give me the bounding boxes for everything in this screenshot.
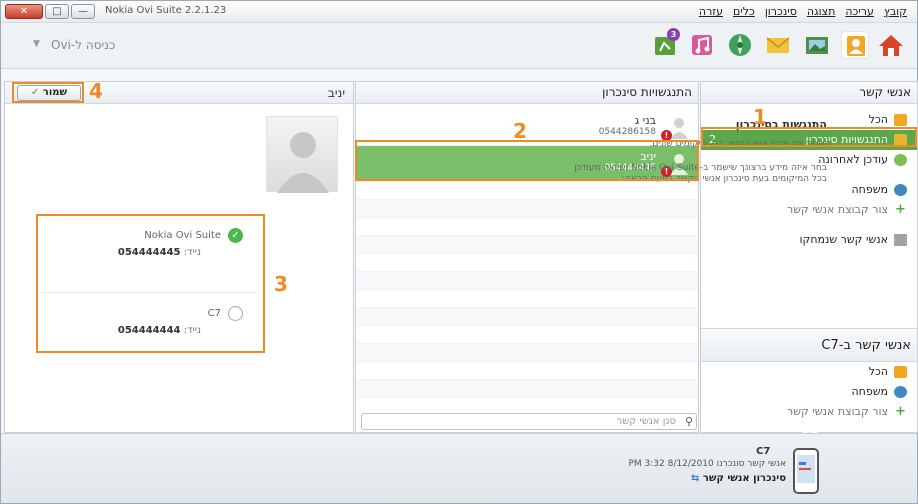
- annotation-number-4: 4: [89, 79, 103, 103]
- nav-item-label: צור קבוצת אנשי קשר: [787, 405, 888, 418]
- list-filler: [356, 254, 698, 272]
- home-icon[interactable]: [877, 31, 905, 59]
- annotation-number-3: 3: [274, 272, 288, 296]
- nav-item-label: צור קבוצת אנשי קשר: [787, 203, 888, 216]
- contacts-filter-input[interactable]: ⚲ סנן אנשי קשר: [361, 413, 697, 430]
- ovi-store-link[interactable]: כניסה ל-Ovi: [51, 38, 115, 52]
- apps-icon[interactable]: 3: [651, 28, 680, 59]
- device-item-family[interactable]: משפחה: [701, 382, 917, 402]
- group-icon: [894, 386, 907, 398]
- close-button[interactable]: ✕: [5, 4, 43, 19]
- contacts-icon[interactable]: [841, 31, 869, 59]
- sync-action-label: סינכרון אנשי קשר: [702, 473, 786, 484]
- nav-item-label: משפחה: [851, 183, 888, 196]
- nav-item-label: הכל: [868, 113, 888, 126]
- conflicts-list-pane: התנגשויות סינכרון ! בני ג 0544286158 ! י…: [355, 81, 699, 433]
- nav-item-label: הכל: [868, 365, 888, 378]
- folder-icon: [894, 366, 907, 378]
- device-item-create-group[interactable]: + צור קבוצת אנשי קשר: [701, 402, 917, 422]
- menu-help[interactable]: עזרה: [699, 5, 723, 18]
- trash-icon: [894, 234, 907, 246]
- list-filler: [356, 326, 698, 344]
- annotation-box-1: [701, 127, 917, 147]
- sync-contacts-link[interactable]: סינכרון אנשי קשר ⇆: [601, 473, 786, 484]
- list-filler: [356, 200, 698, 218]
- app-window: ✕ □ — Nokia Ovi Suite 2.2.1.23 קובץ עריכה…: [0, 0, 918, 504]
- search-placeholder: סנן אנשי קשר: [616, 416, 676, 427]
- nav-item-label: עודכן לאחרונה: [818, 153, 888, 166]
- annotation-box-2: [355, 140, 699, 181]
- plus-icon: +: [895, 202, 906, 217]
- nav-item-label: אנשי קשר שנמחקו: [799, 233, 888, 246]
- conflicts-header: התנגשויות סינכרון: [356, 82, 698, 104]
- list-filler: [356, 380, 698, 398]
- nav-item-deleted[interactable]: אנשי קשר שנמחקו: [701, 230, 917, 250]
- list-filler: [356, 236, 698, 254]
- annotation-box-3: [36, 214, 265, 353]
- menu-sync[interactable]: סינכרון: [765, 5, 797, 18]
- music-icon[interactable]: [688, 31, 716, 59]
- device-contacts-header: אנשי קשר ב-C7: [701, 328, 917, 362]
- photos-icon[interactable]: [803, 31, 831, 59]
- search-icon: ⚲: [684, 415, 693, 428]
- list-filler: [356, 290, 698, 308]
- phone-icon[interactable]: [791, 448, 821, 494]
- maximize-button[interactable]: □: [45, 4, 69, 19]
- device-item-all[interactable]: הכל: [701, 362, 917, 382]
- menu-tools[interactable]: כלים: [733, 5, 755, 18]
- maps-icon[interactable]: [726, 31, 754, 59]
- nav-item-create-group[interactable]: + צור קבוצת אנשי קשר: [701, 200, 917, 220]
- list-filler: [356, 308, 698, 326]
- sync-info: אנשי קשר סונכרנו 8/12/2010 3:32 PM: [628, 459, 786, 469]
- plus-icon: +: [895, 404, 906, 419]
- sync-icon: ⇆: [691, 473, 700, 484]
- contact-name: בני ג: [634, 114, 656, 127]
- chevron-down-icon[interactable]: ▼: [33, 39, 40, 49]
- nav-header: אנשי קשר: [701, 82, 917, 104]
- device-model: C7: [756, 446, 771, 457]
- toolbar: ▼ כניסה ל-Ovi 3: [1, 23, 917, 69]
- nav-item-label: משפחה: [851, 385, 888, 398]
- contact-phone: 0544286158: [598, 127, 656, 137]
- clock-icon: [894, 154, 907, 166]
- detail-contact-name: יניב: [327, 86, 345, 100]
- group-icon: [894, 184, 907, 196]
- annotation-number-1: 1: [753, 105, 767, 129]
- annotation-number-2: 2: [513, 119, 527, 143]
- list-filler: [356, 344, 698, 362]
- annotation-box-4: [12, 82, 84, 103]
- folder-icon: [894, 114, 907, 126]
- menu-bar: קובץ עריכה תצוגה סינכרון כלים עזרה: [689, 5, 907, 18]
- list-filler: [356, 218, 698, 236]
- contact-photo: [266, 116, 338, 193]
- minimize-button[interactable]: —: [71, 4, 95, 19]
- avatar-icon: [277, 132, 329, 193]
- menu-view[interactable]: תצוגה: [807, 5, 835, 18]
- messages-icon[interactable]: [764, 31, 792, 59]
- title-bar: ✕ □ — Nokia Ovi Suite 2.2.1.23 קובץ עריכה…: [1, 1, 917, 23]
- list-filler: [356, 362, 698, 380]
- list-filler: [356, 272, 698, 290]
- apps-badge: 3: [667, 28, 680, 41]
- menu-edit[interactable]: עריכה: [845, 5, 874, 18]
- window-title: Nokia Ovi Suite 2.2.1.23: [105, 5, 227, 16]
- menu-file[interactable]: קובץ: [884, 5, 907, 18]
